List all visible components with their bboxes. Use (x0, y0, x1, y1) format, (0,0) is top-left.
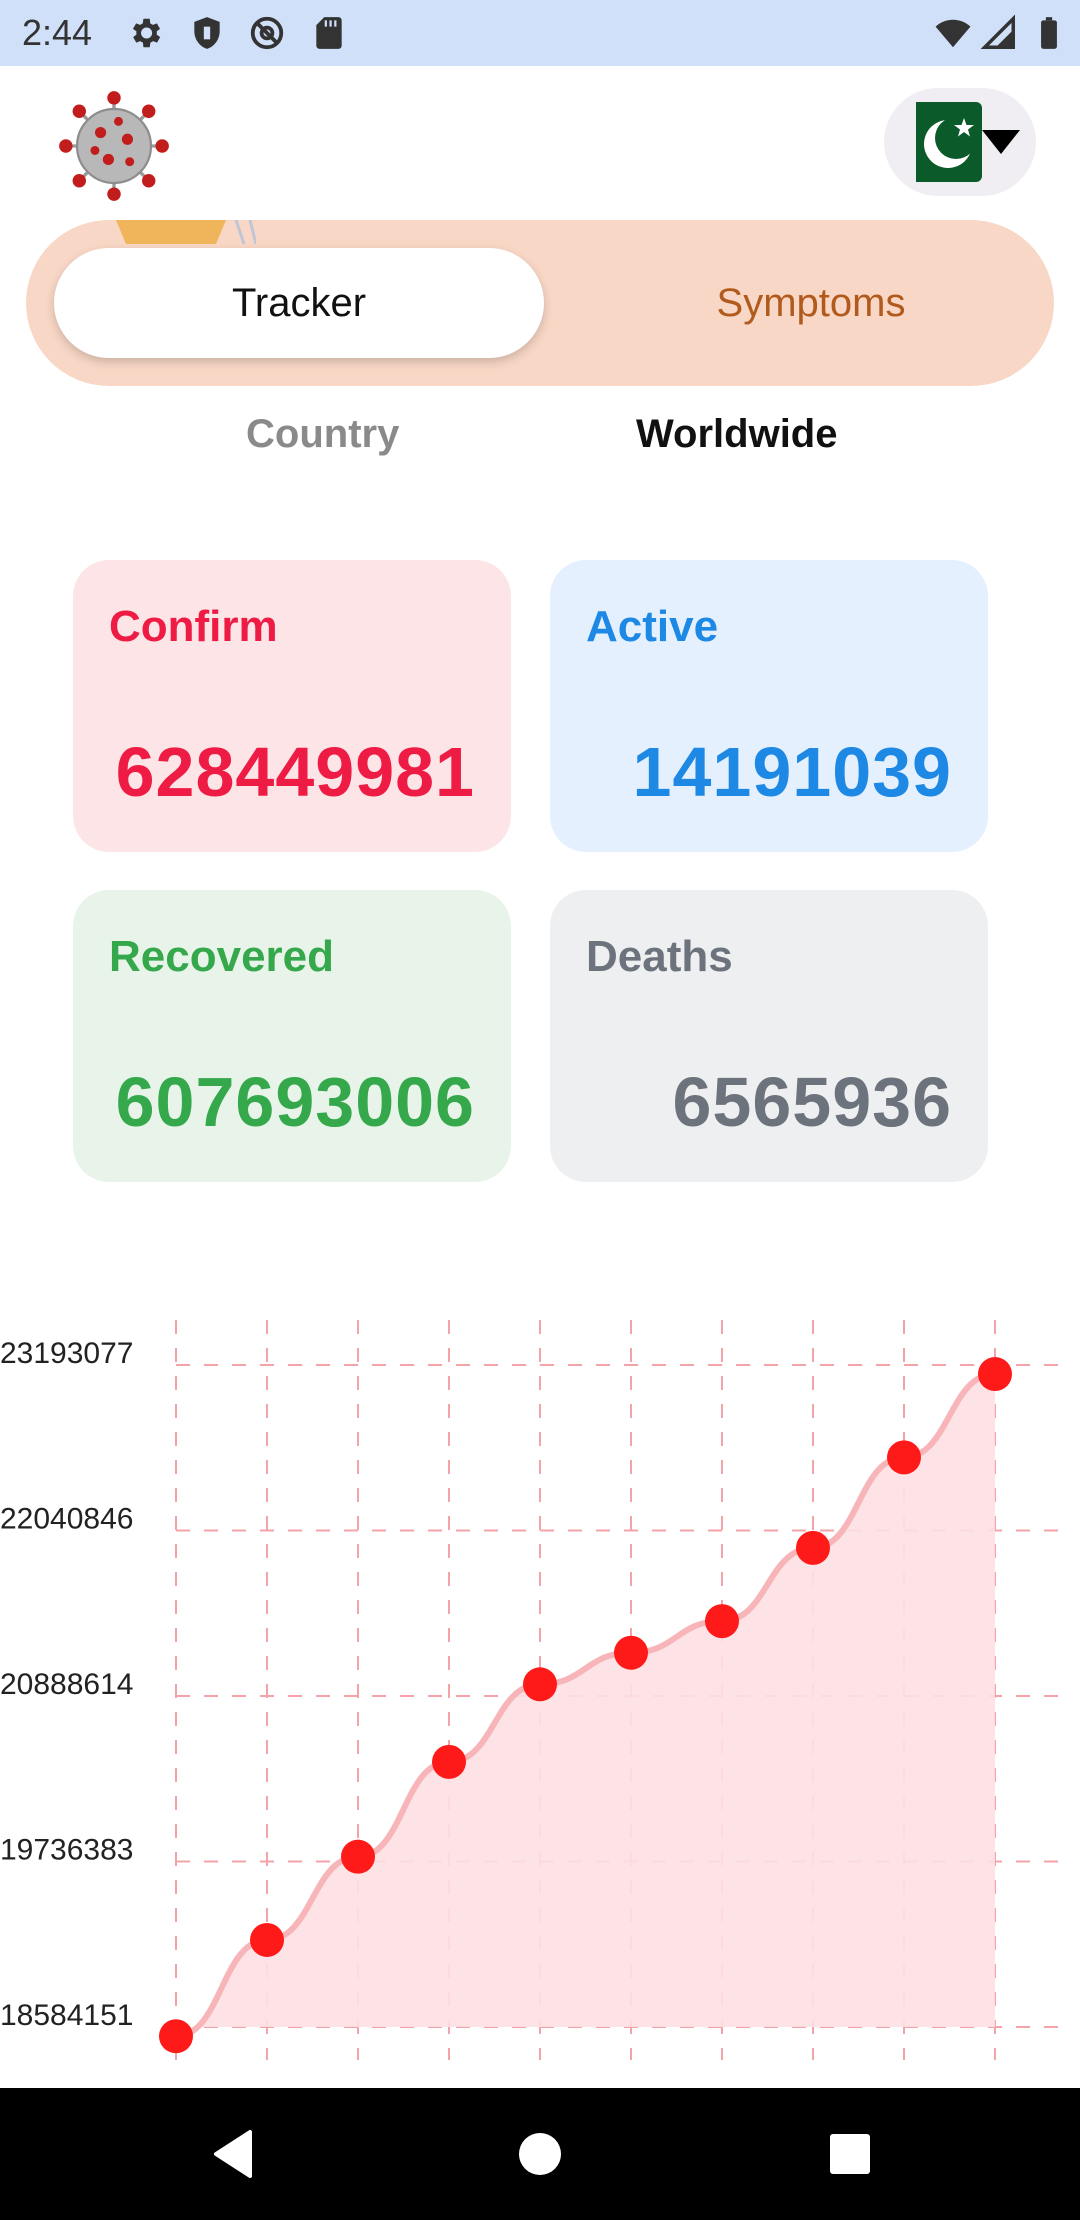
decorative-ribbon-icon (116, 220, 256, 244)
sd-card-icon (316, 17, 342, 49)
chart-point[interactable] (250, 1922, 284, 1957)
subtab-worldwide[interactable]: Worldwide (636, 412, 837, 457)
country-selector-button[interactable] (884, 88, 1036, 196)
active-value: 14191039 (632, 733, 952, 811)
home-circle-icon[interactable] (500, 2114, 580, 2194)
chart-y-ticks: 18584151 19736383 20888614 22040846 23193077 (0, 1337, 133, 2032)
y-tick-label: 19736383 (0, 1834, 133, 1867)
shield-icon (194, 17, 220, 49)
recovered-value: 607693006 (115, 1063, 475, 1141)
tab-tracker[interactable]: Tracker (54, 248, 544, 358)
subtab-country[interactable]: Country (246, 412, 399, 457)
tab-tracker-label: Tracker (231, 280, 367, 325)
confirm-card: Confirm 628449981 (73, 560, 511, 852)
y-tick-label: 23193077 (0, 1337, 133, 1370)
chart-point[interactable] (432, 1744, 466, 1779)
active-label: Active (586, 602, 719, 651)
status-bar: 2:44 (0, 0, 1080, 66)
chart-point[interactable] (523, 1667, 557, 1702)
recents-square-icon[interactable] (810, 2114, 890, 2194)
cases-chart: 18584151 19736383 20888614 22040846 23193077 (0, 1320, 1062, 2060)
gear-icon (132, 18, 161, 48)
recovered-label: Recovered (109, 932, 335, 981)
tab-symptoms[interactable]: Symptoms (566, 248, 1054, 358)
confirm-value: 628449981 (115, 733, 475, 811)
battery-icon (1041, 17, 1057, 49)
signal-icon (980, 14, 1015, 49)
chart-point[interactable] (705, 1604, 739, 1639)
tab-switch: Tracker Symptoms (26, 220, 1054, 386)
deaths-card: Deaths 6565936 (550, 890, 988, 1182)
caret-down-icon (982, 130, 1020, 154)
y-tick-label: 22040846 (0, 1502, 133, 1535)
pakistan-flag-icon (906, 102, 982, 182)
at-sign-icon (250, 16, 284, 50)
chart-point[interactable] (614, 1635, 648, 1670)
active-card: Active 14191039 (550, 560, 988, 852)
tab-symptoms-label: Symptoms (716, 280, 906, 325)
chart-point[interactable] (978, 1357, 1012, 1392)
chart-point[interactable] (796, 1530, 830, 1565)
deaths-label: Deaths (586, 932, 733, 981)
status-time: 2:44 (22, 12, 93, 53)
back-triangle-icon[interactable] (200, 2114, 280, 2194)
chart-point[interactable] (159, 2019, 193, 2054)
virus-icon (59, 91, 169, 201)
chart-point[interactable] (887, 1440, 921, 1475)
wifi-icon (935, 19, 971, 48)
y-tick-label: 18584151 (0, 1999, 133, 2032)
deaths-value: 6565936 (672, 1063, 952, 1141)
confirm-label: Confirm (109, 602, 278, 651)
navigation-bar (0, 2088, 1080, 2220)
chart-point[interactable] (341, 1839, 375, 1874)
y-tick-label: 20888614 (0, 1668, 133, 1701)
recovered-card: Recovered 607693006 (73, 890, 511, 1182)
